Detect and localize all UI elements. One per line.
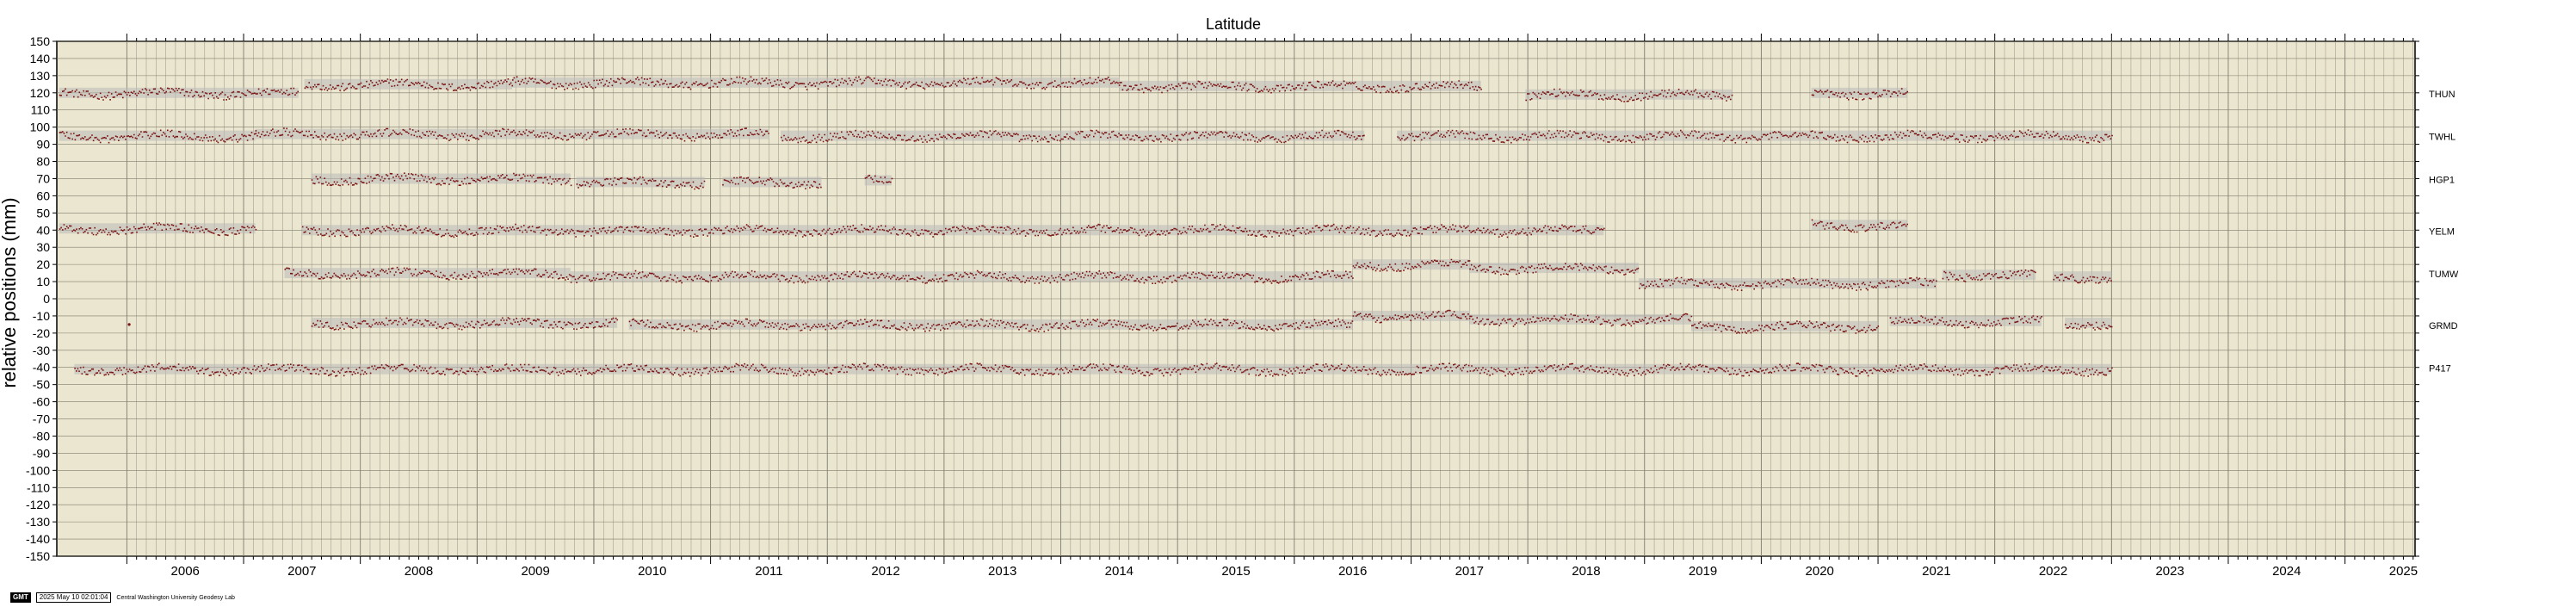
credit: Central Washington University Geodesy La… [116,594,235,601]
y-tick-label: 30 [36,240,50,254]
y-tick-label: -60 [33,395,50,409]
y-tick-label: -10 [33,309,50,323]
x-tick-label: 2015 [1221,564,1250,579]
error-band [864,175,892,186]
x-tick-label: 2007 [287,564,316,579]
y-tick-label: -50 [33,378,50,392]
y-tick-label: -140 [26,532,50,546]
x-tick-label: 2012 [871,564,899,579]
y-tick-label: 60 [36,189,50,202]
station-label-p417: P417 [2429,364,2451,375]
x-tick-label: 2023 [2155,564,2184,579]
x-tick-label: 2008 [405,564,433,579]
y-tick-label: -80 [33,429,50,443]
y-tick-label: 140 [30,52,51,65]
y-tick-label: 80 [36,155,50,169]
y-tick-label: 130 [30,69,51,83]
error-band [311,317,618,328]
y-tick-label: -100 [26,463,50,477]
station-label-twhl: TWHL [2429,133,2456,143]
error-band [74,363,2112,375]
error-band [1691,320,1879,331]
station-label-thun: THUN [2429,90,2456,100]
y-tick-label: 70 [36,171,50,185]
x-tick-label: 2022 [2039,564,2067,579]
outlier-point [127,323,131,326]
gmt-logo: GMT [10,592,31,603]
y-tick-label: 110 [31,103,51,117]
y-tick-label: -110 [27,480,50,494]
y-tick-label: -150 [26,549,50,563]
error-band [1352,259,1470,270]
y-tick-label: 10 [36,275,50,288]
y-tick-label: -30 [33,344,50,357]
station-label-hgp1: HGP1 [2429,175,2455,185]
x-tick-label: 2011 [755,564,782,579]
footer: GMT 2025 May 10 02:01:04 Central Washing… [10,592,235,603]
x-tick-label: 2017 [1455,564,1484,579]
x-tick-label: 2024 [2272,564,2301,579]
y-tick-label: 120 [30,86,51,100]
y-tick-label: -40 [33,361,50,375]
error-band [1525,89,1733,100]
chart-title: Latitude [1206,15,1261,33]
x-tick-label: 2013 [988,564,1016,579]
y-tick-label: -120 [26,498,50,511]
x-tick-label: 2025 [2389,564,2418,579]
timestamp: 2025 May 10 02:01:04 [35,592,112,603]
error-band [1469,263,1639,274]
y-tick-label: 20 [36,257,50,271]
station-label-tumw: TUMW [2429,269,2459,280]
station-label-yelm: YELM [2429,226,2455,237]
error-band [628,319,1353,330]
y-tick-label: -130 [26,515,50,529]
x-tick-label: 2019 [1689,564,1717,579]
x-tick-label: 2018 [1572,564,1600,579]
y-tick-label: -70 [33,412,50,426]
y-tick-label: 40 [36,223,50,237]
y-tick-label: -90 [33,446,50,460]
x-tick-label: 2006 [171,564,200,579]
x-tick-label: 2016 [1338,564,1367,579]
x-tick-label: 2020 [1806,564,1834,579]
y-tick-label: 150 [30,34,51,48]
station-label-grmd: GRMD [2429,321,2458,331]
y-tick-label: 100 [30,121,51,134]
y-axis-label: relative positions (mm) [0,197,20,387]
latitude-chart: Latitude relative positions (mm) -150 -14… [0,15,2459,579]
x-tick-label: 2010 [638,564,666,579]
y-tick-label: 0 [43,292,50,306]
error-band [59,223,256,234]
error-band [1811,87,1907,98]
y-tick-label: 90 [36,138,50,152]
x-tick-label: 2021 [1922,564,1950,579]
x-tick-label: 2009 [521,564,549,579]
y-tick-label: -20 [33,326,50,340]
x-tick-label: 2014 [1105,564,1134,579]
y-tick-label: 50 [36,206,50,220]
